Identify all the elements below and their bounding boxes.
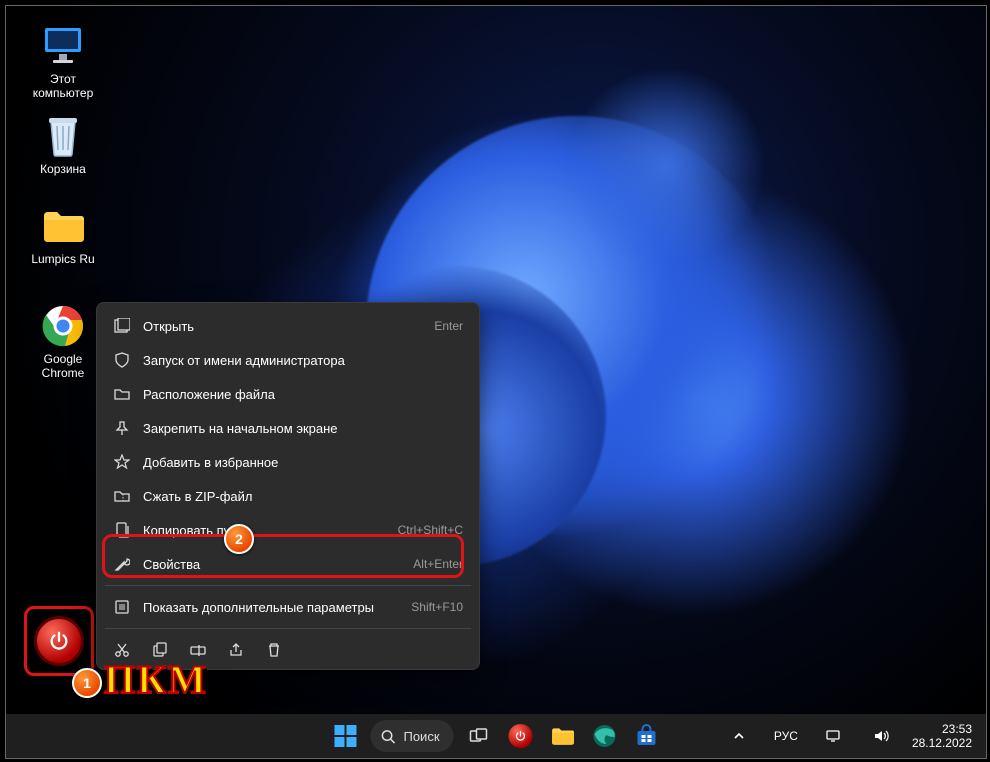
menu-item-shortcut: Shift+F10 xyxy=(411,600,463,614)
menu-separator xyxy=(105,628,471,629)
tray-volume-button[interactable] xyxy=(864,719,898,753)
taskbar-app-explorer[interactable] xyxy=(546,719,580,753)
menu-item-label: Добавить в избранное xyxy=(143,455,463,470)
folder-icon xyxy=(551,725,575,747)
annotation-badge-1: 1 xyxy=(72,668,102,698)
menu-item-label: Открыть xyxy=(143,319,422,334)
menu-item-file-location[interactable]: Расположение файла xyxy=(103,377,473,411)
star-icon xyxy=(113,453,131,471)
desktop-icon-label: Этоткомпьютер xyxy=(20,72,106,100)
tray-time: 23:53 xyxy=(912,722,972,736)
monitor-icon xyxy=(41,24,85,68)
menu-item-properties[interactable]: Свойства Alt+Enter xyxy=(103,547,473,581)
desktop-icon-lumpics-folder[interactable]: Lumpics Ru xyxy=(20,204,106,266)
menu-item-shortcut: Enter xyxy=(434,319,463,333)
delete-icon[interactable] xyxy=(265,641,283,659)
wrench-icon xyxy=(113,555,131,573)
network-icon xyxy=(825,728,841,744)
chevron-up-icon xyxy=(733,730,745,742)
share-icon[interactable] xyxy=(227,641,245,659)
tray-overflow-button[interactable] xyxy=(722,719,756,753)
volume-icon xyxy=(873,728,889,744)
copy-path-icon xyxy=(113,521,131,539)
folder-icon xyxy=(41,204,85,248)
menu-item-label: Свойства xyxy=(143,557,401,572)
menu-item-shortcut: Alt+Enter xyxy=(413,557,463,571)
store-icon xyxy=(635,724,659,748)
menu-item-label: Запуск от имени администратора xyxy=(143,353,463,368)
menu-item-pin-to-start[interactable]: Закрепить на начальном экране xyxy=(103,411,473,445)
power-icon xyxy=(515,730,527,742)
desktop-icon-label: Lumpics Ru xyxy=(20,252,106,266)
edge-icon xyxy=(593,724,617,748)
open-icon xyxy=(113,317,131,335)
tray-language[interactable]: РУС xyxy=(770,719,802,753)
menu-item-compress-zip[interactable]: Сжать в ZIP-файл xyxy=(103,479,473,513)
taskbar-search[interactable]: Поиск xyxy=(370,720,453,752)
desktop-icon-recycle-bin[interactable]: Корзина xyxy=(20,114,106,176)
taskbar-app-power[interactable] xyxy=(504,719,538,753)
chrome-icon xyxy=(41,304,85,348)
start-button[interactable] xyxy=(328,719,362,753)
taskbar-app-edge[interactable] xyxy=(588,719,622,753)
desktop-icon-chrome[interactable]: GoogleChrome xyxy=(20,304,106,380)
annotation-pkm-label: ПКМ xyxy=(104,656,208,703)
menu-item-show-more[interactable]: Показать дополнительные параметры Shift+… xyxy=(103,590,473,624)
menu-item-add-favorite[interactable]: Добавить в избранное xyxy=(103,445,473,479)
trash-icon xyxy=(41,114,85,158)
tray-clock[interactable]: 23:53 28.12.2022 xyxy=(912,722,978,750)
shield-icon xyxy=(113,351,131,369)
taskbar-app-store[interactable] xyxy=(630,719,664,753)
taskview-icon xyxy=(469,726,489,746)
menu-item-label: Показать дополнительные параметры xyxy=(143,600,399,615)
desktop-icon-label: GoogleChrome xyxy=(20,352,106,380)
menu-item-label: Копировать путь xyxy=(143,523,386,538)
tray-network-button[interactable] xyxy=(816,719,850,753)
menu-item-copy-path[interactable]: Копировать путь Ctrl+Shift+C xyxy=(103,513,473,547)
tray-date: 28.12.2022 xyxy=(912,736,972,750)
folder-icon xyxy=(113,385,131,403)
annotation-badge-2: 2 xyxy=(224,524,254,554)
power-app-icon[interactable] xyxy=(34,616,84,666)
task-view-button[interactable] xyxy=(462,719,496,753)
menu-item-open[interactable]: Открыть Enter xyxy=(103,309,473,343)
windows-logo-icon xyxy=(334,725,356,747)
pin-icon xyxy=(113,419,131,437)
menu-separator xyxy=(105,585,471,586)
menu-item-label: Закрепить на начальном экране xyxy=(143,421,463,436)
annotation-frame-1 xyxy=(24,606,94,676)
menu-item-label: Сжать в ZIP-файл xyxy=(143,489,463,504)
menu-item-run-as-admin[interactable]: Запуск от имени администратора xyxy=(103,343,473,377)
menu-item-shortcut: Ctrl+Shift+C xyxy=(398,523,463,537)
zip-icon xyxy=(113,487,131,505)
search-label: Поиск xyxy=(403,729,439,744)
taskbar: Поиск РУС xyxy=(6,714,986,758)
menu-item-label: Расположение файла xyxy=(143,387,463,402)
search-icon xyxy=(380,729,395,744)
more-icon xyxy=(113,598,131,616)
desktop-icon-label: Корзина xyxy=(20,162,106,176)
context-menu: Открыть Enter Запуск от имени администра… xyxy=(96,302,480,670)
tray-language-label: РУС xyxy=(774,729,798,743)
desktop-icon-this-pc[interactable]: Этоткомпьютер xyxy=(20,24,106,100)
